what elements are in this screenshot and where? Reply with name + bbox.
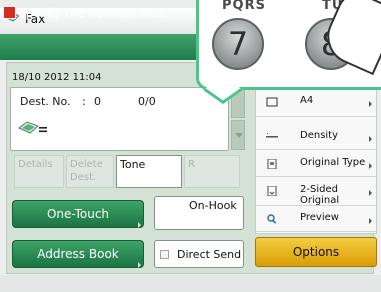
- dest-sent-value: 0: [94, 95, 101, 108]
- density-icon: [266, 133, 278, 138]
- details-button[interactable]: Details: [14, 155, 64, 188]
- two-sided-label: 2-Sided Original: [300, 184, 340, 206]
- chevron-right-icon: [138, 222, 141, 228]
- density-setting[interactable]: Density: [256, 124, 376, 150]
- chevron-right-icon: [369, 190, 372, 196]
- dest-count-value: 0/0: [138, 95, 156, 108]
- magnifier-icon: [267, 214, 277, 224]
- dest-no-label: Dest. No.: [20, 95, 71, 108]
- direct-send-checkbox[interactable]: [160, 250, 169, 259]
- page-icon: [266, 97, 278, 107]
- two-sided-setting[interactable]: 2-Sided Original: [256, 178, 376, 206]
- chevron-right-icon: [369, 101, 372, 107]
- tone-button[interactable]: Tone: [116, 155, 182, 188]
- warning-icon: [3, 6, 16, 19]
- original-type-label: Original Type: [300, 157, 366, 168]
- chevron-right-icon: [138, 262, 141, 268]
- options-button[interactable]: Options: [255, 237, 377, 267]
- one-touch-button[interactable]: One-Touch: [12, 200, 144, 228]
- bottom-strip: [0, 275, 381, 292]
- original-type-setting[interactable]: Original Type: [256, 151, 376, 177]
- address-book-label: Address Book: [37, 247, 119, 261]
- key-7: 7: [212, 18, 264, 70]
- delete-dest-button[interactable]: Delete Dest.: [66, 155, 114, 188]
- one-touch-label: One-Touch: [46, 207, 110, 221]
- on-hook-button[interactable]: On-Hook: [154, 196, 244, 230]
- scroll-down-button[interactable]: [231, 120, 245, 150]
- fax-machine-icon: [18, 121, 47, 134]
- chevron-right-icon: [369, 218, 372, 224]
- chevron-right-icon: [369, 163, 372, 169]
- key-label-pqrs: PQRS: [222, 0, 266, 13]
- two-sided-icon: [267, 186, 277, 196]
- chevron-right-icon: [369, 136, 372, 142]
- address-book-button[interactable]: Address Book: [12, 240, 144, 268]
- preview-label: Preview: [300, 212, 339, 223]
- datetime: 18/10 2012 11:04: [12, 72, 102, 83]
- fax-screen: Fax Specify the destinations. 18/10 2012…: [0, 0, 381, 292]
- options-label: Options: [292, 245, 340, 259]
- document-icon: [267, 159, 277, 169]
- preview-setting[interactable]: Preview: [256, 206, 376, 232]
- r-button[interactable]: R: [184, 155, 240, 188]
- paper-size-setting[interactable]: A4: [256, 89, 376, 117]
- paper-size-label: A4: [300, 95, 314, 106]
- message-text: Specify the destinations.: [18, 6, 167, 20]
- density-label: Density: [300, 130, 339, 141]
- dest-colon: :: [82, 95, 86, 108]
